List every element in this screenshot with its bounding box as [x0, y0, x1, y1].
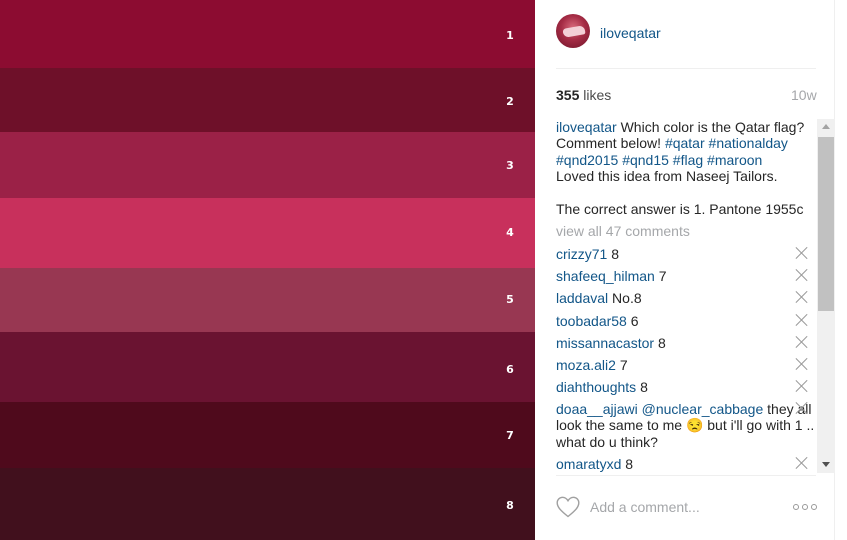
view-all-comments-link[interactable]: view all 47 comments	[556, 223, 690, 239]
avatar[interactable]	[556, 14, 590, 48]
comment: moza.ali2 7	[556, 357, 816, 373]
comment: omaratyxd 8	[556, 456, 816, 472]
likes-count[interactable]: 355 likes	[556, 87, 611, 103]
comment: diahthoughts 8	[556, 379, 816, 395]
delete-comment-icon[interactable]	[796, 269, 808, 281]
comment-username-link[interactable]: toobadar58	[556, 313, 627, 329]
hashtag-link[interactable]: #qnd15	[622, 152, 669, 168]
color-swatch-2: 2	[0, 68, 535, 132]
delete-comment-icon[interactable]	[796, 336, 808, 348]
color-swatch-5: 5	[0, 268, 535, 332]
likes-word: likes	[583, 87, 612, 103]
hashtag-link[interactable]: #qatar	[665, 135, 705, 151]
delete-comment-icon[interactable]	[796, 291, 808, 303]
delete-comment-icon[interactable]	[796, 402, 808, 414]
color-swatch-7: 7	[0, 402, 535, 468]
comment-text: 8	[640, 379, 648, 395]
delete-comment-icon[interactable]	[796, 358, 808, 370]
hashtag-link[interactable]: #maroon	[707, 152, 762, 168]
more-options-icon[interactable]	[793, 500, 817, 514]
comment-username-link[interactable]: laddaval	[556, 290, 608, 306]
add-comment-input[interactable]	[590, 497, 780, 517]
swatch-label: 8	[506, 499, 514, 512]
delete-comment-icon[interactable]	[796, 247, 808, 259]
comment-text: 6	[630, 313, 639, 329]
comment-username-link[interactable]: doaa__ajjawi	[556, 401, 638, 417]
delete-comment-icon[interactable]	[796, 457, 808, 469]
swatch-label: 7	[506, 429, 514, 442]
comment-username-link[interactable]: missannacastor	[556, 335, 654, 351]
comment-text: 8	[625, 456, 634, 472]
comment-text: 8	[611, 246, 620, 262]
post-age[interactable]: 10w	[791, 87, 817, 103]
comment-text: No.8	[612, 290, 642, 306]
comment-username-link[interactable]: diahthoughts	[556, 379, 636, 395]
dot	[793, 504, 799, 510]
caption-text: Loved this idea from Naseej Tailors.	[556, 168, 778, 185]
flag-icon	[562, 25, 586, 38]
comment-text: 7	[619, 357, 628, 373]
post-photo: 1 2 3 4 5 6 7 8	[0, 0, 535, 540]
swatch-label: 3	[506, 159, 514, 172]
hashtag-link[interactable]: #nationalday	[709, 135, 788, 151]
dot	[811, 504, 817, 510]
divider	[556, 68, 816, 69]
comment-username-link[interactable]: crizzy71	[556, 246, 607, 262]
delete-comment-icon[interactable]	[796, 380, 808, 392]
comment-username-link[interactable]: shafeeq_hilman	[556, 268, 655, 284]
color-swatch-6: 6	[0, 332, 535, 402]
hashtag-link[interactable]: #flag	[673, 152, 703, 168]
mention-link[interactable]: @nuclear_cabbage	[642, 401, 764, 417]
comment: laddaval No.8	[556, 290, 816, 306]
comment: shafeeq_hilman 7	[556, 268, 816, 284]
color-swatch-1: 1	[0, 0, 535, 68]
comment: crizzy71 8	[556, 246, 816, 262]
swatch-label: 4	[506, 226, 514, 239]
caption-username-link[interactable]: iloveqatar	[556, 119, 617, 135]
comment-username-link[interactable]: omaratyxd	[556, 456, 621, 472]
post-header: iloveqatar	[556, 14, 816, 54]
swatch-label: 1	[506, 29, 514, 42]
likes-number: 355	[556, 87, 580, 103]
comment: toobadar58 6	[556, 313, 816, 329]
scroll-up-arrow-icon[interactable]	[817, 119, 835, 136]
post-username-link[interactable]: iloveqatar	[600, 25, 661, 41]
caption-text: The correct answer is 1. Pantone 1955c	[556, 200, 804, 217]
color-swatch-8: 8	[0, 468, 535, 540]
comment: missannacastor 8	[556, 335, 816, 351]
caption: iloveqatar Which color is the Qatar flag…	[556, 119, 816, 217]
comment-text: 8	[657, 335, 666, 351]
swatch-label: 2	[506, 95, 514, 108]
post-details-panel: iloveqatar 355 likes 10w iloveqatar Whic…	[535, 0, 835, 540]
heart-icon[interactable]	[556, 496, 580, 518]
scrollbar-thumb[interactable]	[818, 137, 834, 311]
comment: doaa__ajjawi @nuclear_cabbage they all l…	[556, 401, 816, 450]
color-swatch-4: 4	[0, 198, 535, 268]
scroll-down-arrow-icon[interactable]	[817, 456, 835, 473]
swatch-label: 6	[506, 363, 514, 376]
swatch-label: 5	[506, 293, 514, 306]
hashtag-link[interactable]: #qnd2015	[556, 152, 618, 168]
comment-text: 7	[658, 268, 667, 284]
comments-scroll-area[interactable]: iloveqatar Which color is the Qatar flag…	[556, 119, 816, 473]
comments-scrollbar[interactable]	[817, 119, 835, 473]
dot	[802, 504, 808, 510]
comment-username-link[interactable]: moza.ali2	[556, 357, 616, 373]
delete-comment-icon[interactable]	[796, 314, 808, 326]
divider	[556, 475, 816, 476]
color-swatch-3: 3	[0, 132, 535, 198]
